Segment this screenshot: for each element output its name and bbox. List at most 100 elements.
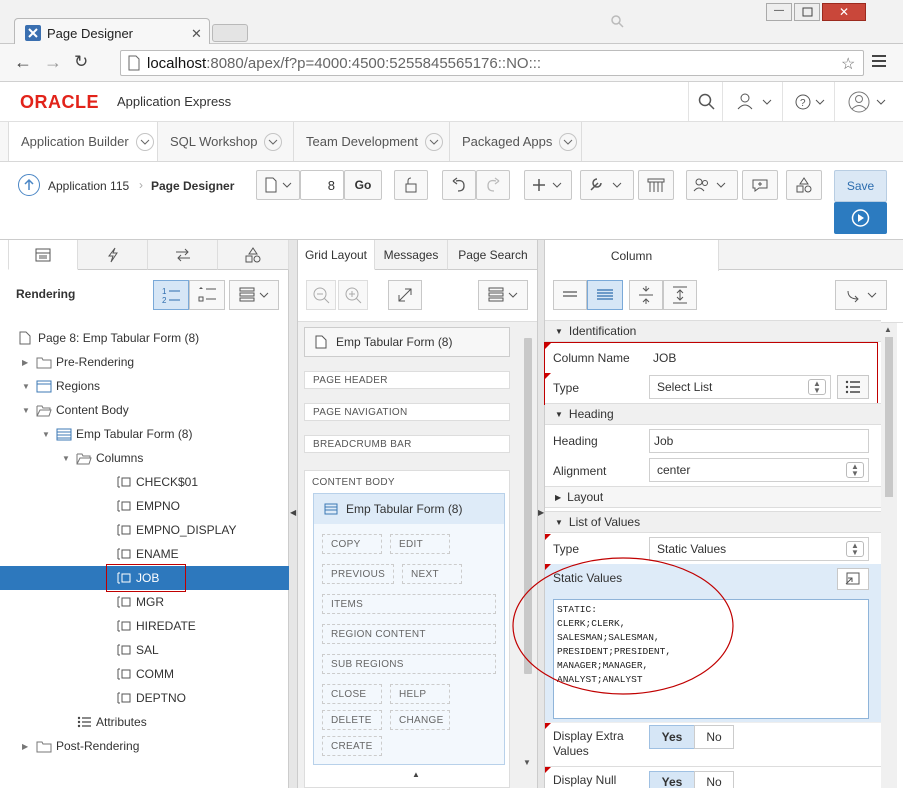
expand-arrow-icon[interactable]: ▶	[22, 742, 28, 751]
tab-column[interactable]: Column	[545, 240, 719, 271]
sub-regions-slot[interactable]: SUB REGIONS	[322, 654, 496, 674]
tab-grid-layout[interactable]: Grid Layout	[298, 240, 375, 270]
tab-page-search[interactable]: Page Search	[448, 240, 538, 270]
run-page-button[interactable]	[834, 202, 887, 234]
tree-node[interactable]: ▼ Regions	[0, 374, 289, 398]
save-button[interactable]: Save	[834, 170, 887, 202]
previous-slot[interactable]: PREVIOUS	[322, 564, 394, 584]
heading-input[interactable]: Job	[649, 429, 869, 453]
collapse-arrow-icon[interactable]: ▼	[42, 430, 50, 439]
chevron-down-icon[interactable]	[425, 132, 443, 151]
tree-node[interactable]: CHECK$01	[0, 470, 289, 494]
redo-icon[interactable]	[476, 170, 510, 200]
search-icon[interactable]	[698, 93, 716, 111]
next-slot[interactable]: NEXT	[402, 564, 462, 584]
tree-node[interactable]: Attributes	[0, 710, 289, 734]
no-toggle[interactable]: No	[694, 771, 734, 788]
tree-node[interactable]: ▼ Columns	[0, 446, 289, 470]
help-slot[interactable]: HELP	[390, 684, 450, 704]
identification-section[interactable]: ▼ Identification	[545, 320, 881, 342]
show-all-icon[interactable]	[587, 280, 623, 310]
chevron-down-icon[interactable]	[559, 132, 578, 151]
expand-all-icon[interactable]	[663, 280, 697, 310]
tree-node[interactable]: DEPTNO	[0, 686, 289, 710]
no-toggle[interactable]: No	[694, 725, 734, 749]
close-tab-icon[interactable]: ✕	[191, 26, 202, 42]
scroll-up-icon[interactable]: ▲	[884, 325, 892, 334]
close-slot[interactable]: CLOSE	[322, 684, 382, 704]
tree-node[interactable]: COMM	[0, 662, 289, 686]
expand-editor-icon[interactable]	[837, 568, 869, 590]
reload-icon[interactable]: ↻	[74, 52, 88, 72]
edit-slot[interactable]: EDIT	[390, 534, 450, 554]
tree-node[interactable]: JOB	[0, 564, 289, 592]
chevron-down-icon[interactable]	[264, 132, 283, 151]
change-slot[interactable]: CHANGE	[390, 710, 450, 730]
maximize-button[interactable]	[794, 3, 820, 21]
content-body-position[interactable]: CONTENT BODY Emp Tabular Form (8) COPY E…	[304, 470, 510, 788]
tree-node[interactable]: EMPNO_DISPLAY	[0, 518, 289, 542]
tree-node[interactable]: ▶ Pre-Rendering	[0, 350, 289, 374]
page-finder-button[interactable]	[256, 170, 300, 200]
page-node[interactable]: Emp Tabular Form (8)	[304, 327, 510, 357]
shared-components-icon[interactable]	[638, 170, 674, 200]
properties-scrollbar[interactable]: ▲	[881, 323, 897, 788]
page-number-input[interactable]: 8	[300, 170, 344, 200]
page-header-position[interactable]: PAGE HEADER	[304, 371, 510, 389]
tree-node[interactable]: HIREDATE	[0, 614, 289, 638]
zoom-in-icon[interactable]	[338, 280, 368, 310]
breadcrumb-application[interactable]: Application 115	[48, 179, 129, 193]
forward-icon[interactable]: →	[44, 52, 62, 73]
tree-node[interactable]: ENAME	[0, 542, 289, 566]
tab-packaged-apps[interactable]: Packaged Apps	[450, 122, 582, 161]
tab-dynamic-actions[interactable]	[78, 240, 148, 270]
list-of-values-section[interactable]: ▼ List of Values	[545, 511, 881, 533]
tree-node[interactable]: ▼ Content Body	[0, 398, 289, 422]
collapse-arrow-icon[interactable]: ▼	[22, 406, 30, 415]
close-window-button[interactable]: ✕	[822, 3, 866, 21]
minimize-button[interactable]: —	[766, 3, 792, 21]
create-menu-button[interactable]	[524, 170, 572, 200]
left-splitter[interactable]: ◀	[289, 240, 298, 788]
collapse-arrow-icon[interactable]: ▼	[22, 382, 30, 391]
yes-toggle[interactable]: Yes	[649, 725, 695, 749]
browser-tab[interactable]: Page Designer ✕	[14, 18, 210, 46]
tab-messages[interactable]: Messages	[375, 240, 448, 270]
new-tab-button[interactable]	[212, 24, 248, 42]
lock-icon[interactable]	[394, 170, 428, 200]
up-arrow-icon[interactable]	[18, 174, 40, 196]
url-input[interactable]: localhost:8080/apex/f?p=4000:4500:525584…	[120, 50, 864, 76]
oracle-logo[interactable]: ORACLE	[20, 92, 99, 113]
utilities-menu-button[interactable]	[580, 170, 634, 200]
right-splitter[interactable]: ▶	[537, 240, 545, 788]
items-slot[interactable]: ITEMS	[322, 594, 496, 614]
region-content-slot[interactable]: REGION CONTENT	[322, 624, 496, 644]
back-icon[interactable]: ←	[14, 52, 32, 73]
tab-processing[interactable]	[148, 240, 218, 270]
user-menu[interactable]	[834, 82, 903, 121]
yes-toggle[interactable]: Yes	[649, 771, 695, 788]
undo-icon[interactable]	[442, 170, 476, 200]
tab-rendering[interactable]	[8, 240, 78, 270]
menu-icon[interactable]	[872, 54, 886, 68]
heading-section[interactable]: ▼ Heading	[545, 403, 881, 425]
go-button[interactable]: Go	[344, 170, 382, 200]
comments-icon[interactable]	[742, 170, 778, 200]
shapes-icon[interactable]	[786, 170, 822, 200]
region-block[interactable]: Emp Tabular Form (8) COPY EDIT PREVIOUS …	[313, 493, 505, 765]
tree-node[interactable]: EMPNO	[0, 494, 289, 518]
go-to-group-button[interactable]	[835, 280, 887, 310]
tree-node[interactable]: MGR	[0, 590, 289, 614]
zoom-out-icon[interactable]	[306, 280, 336, 310]
scrollbar-thumb[interactable]	[885, 337, 893, 497]
copy-slot[interactable]: COPY	[322, 534, 382, 554]
tab-team-development[interactable]: Team Development	[294, 122, 450, 161]
tab-application-builder[interactable]: Application Builder	[8, 122, 158, 161]
tree-node[interactable]: SAL	[0, 638, 289, 662]
component-view-button[interactable]	[189, 280, 225, 310]
help-menu[interactable]: ?	[782, 82, 834, 121]
collapse-bottom-icon[interactable]: ▲	[412, 770, 420, 779]
tree-node[interactable]: Page 8: Emp Tabular Form (8)	[0, 326, 289, 350]
collapse-right-icon[interactable]: ▶	[538, 508, 544, 517]
collapse-left-icon[interactable]: ◀	[290, 508, 296, 517]
